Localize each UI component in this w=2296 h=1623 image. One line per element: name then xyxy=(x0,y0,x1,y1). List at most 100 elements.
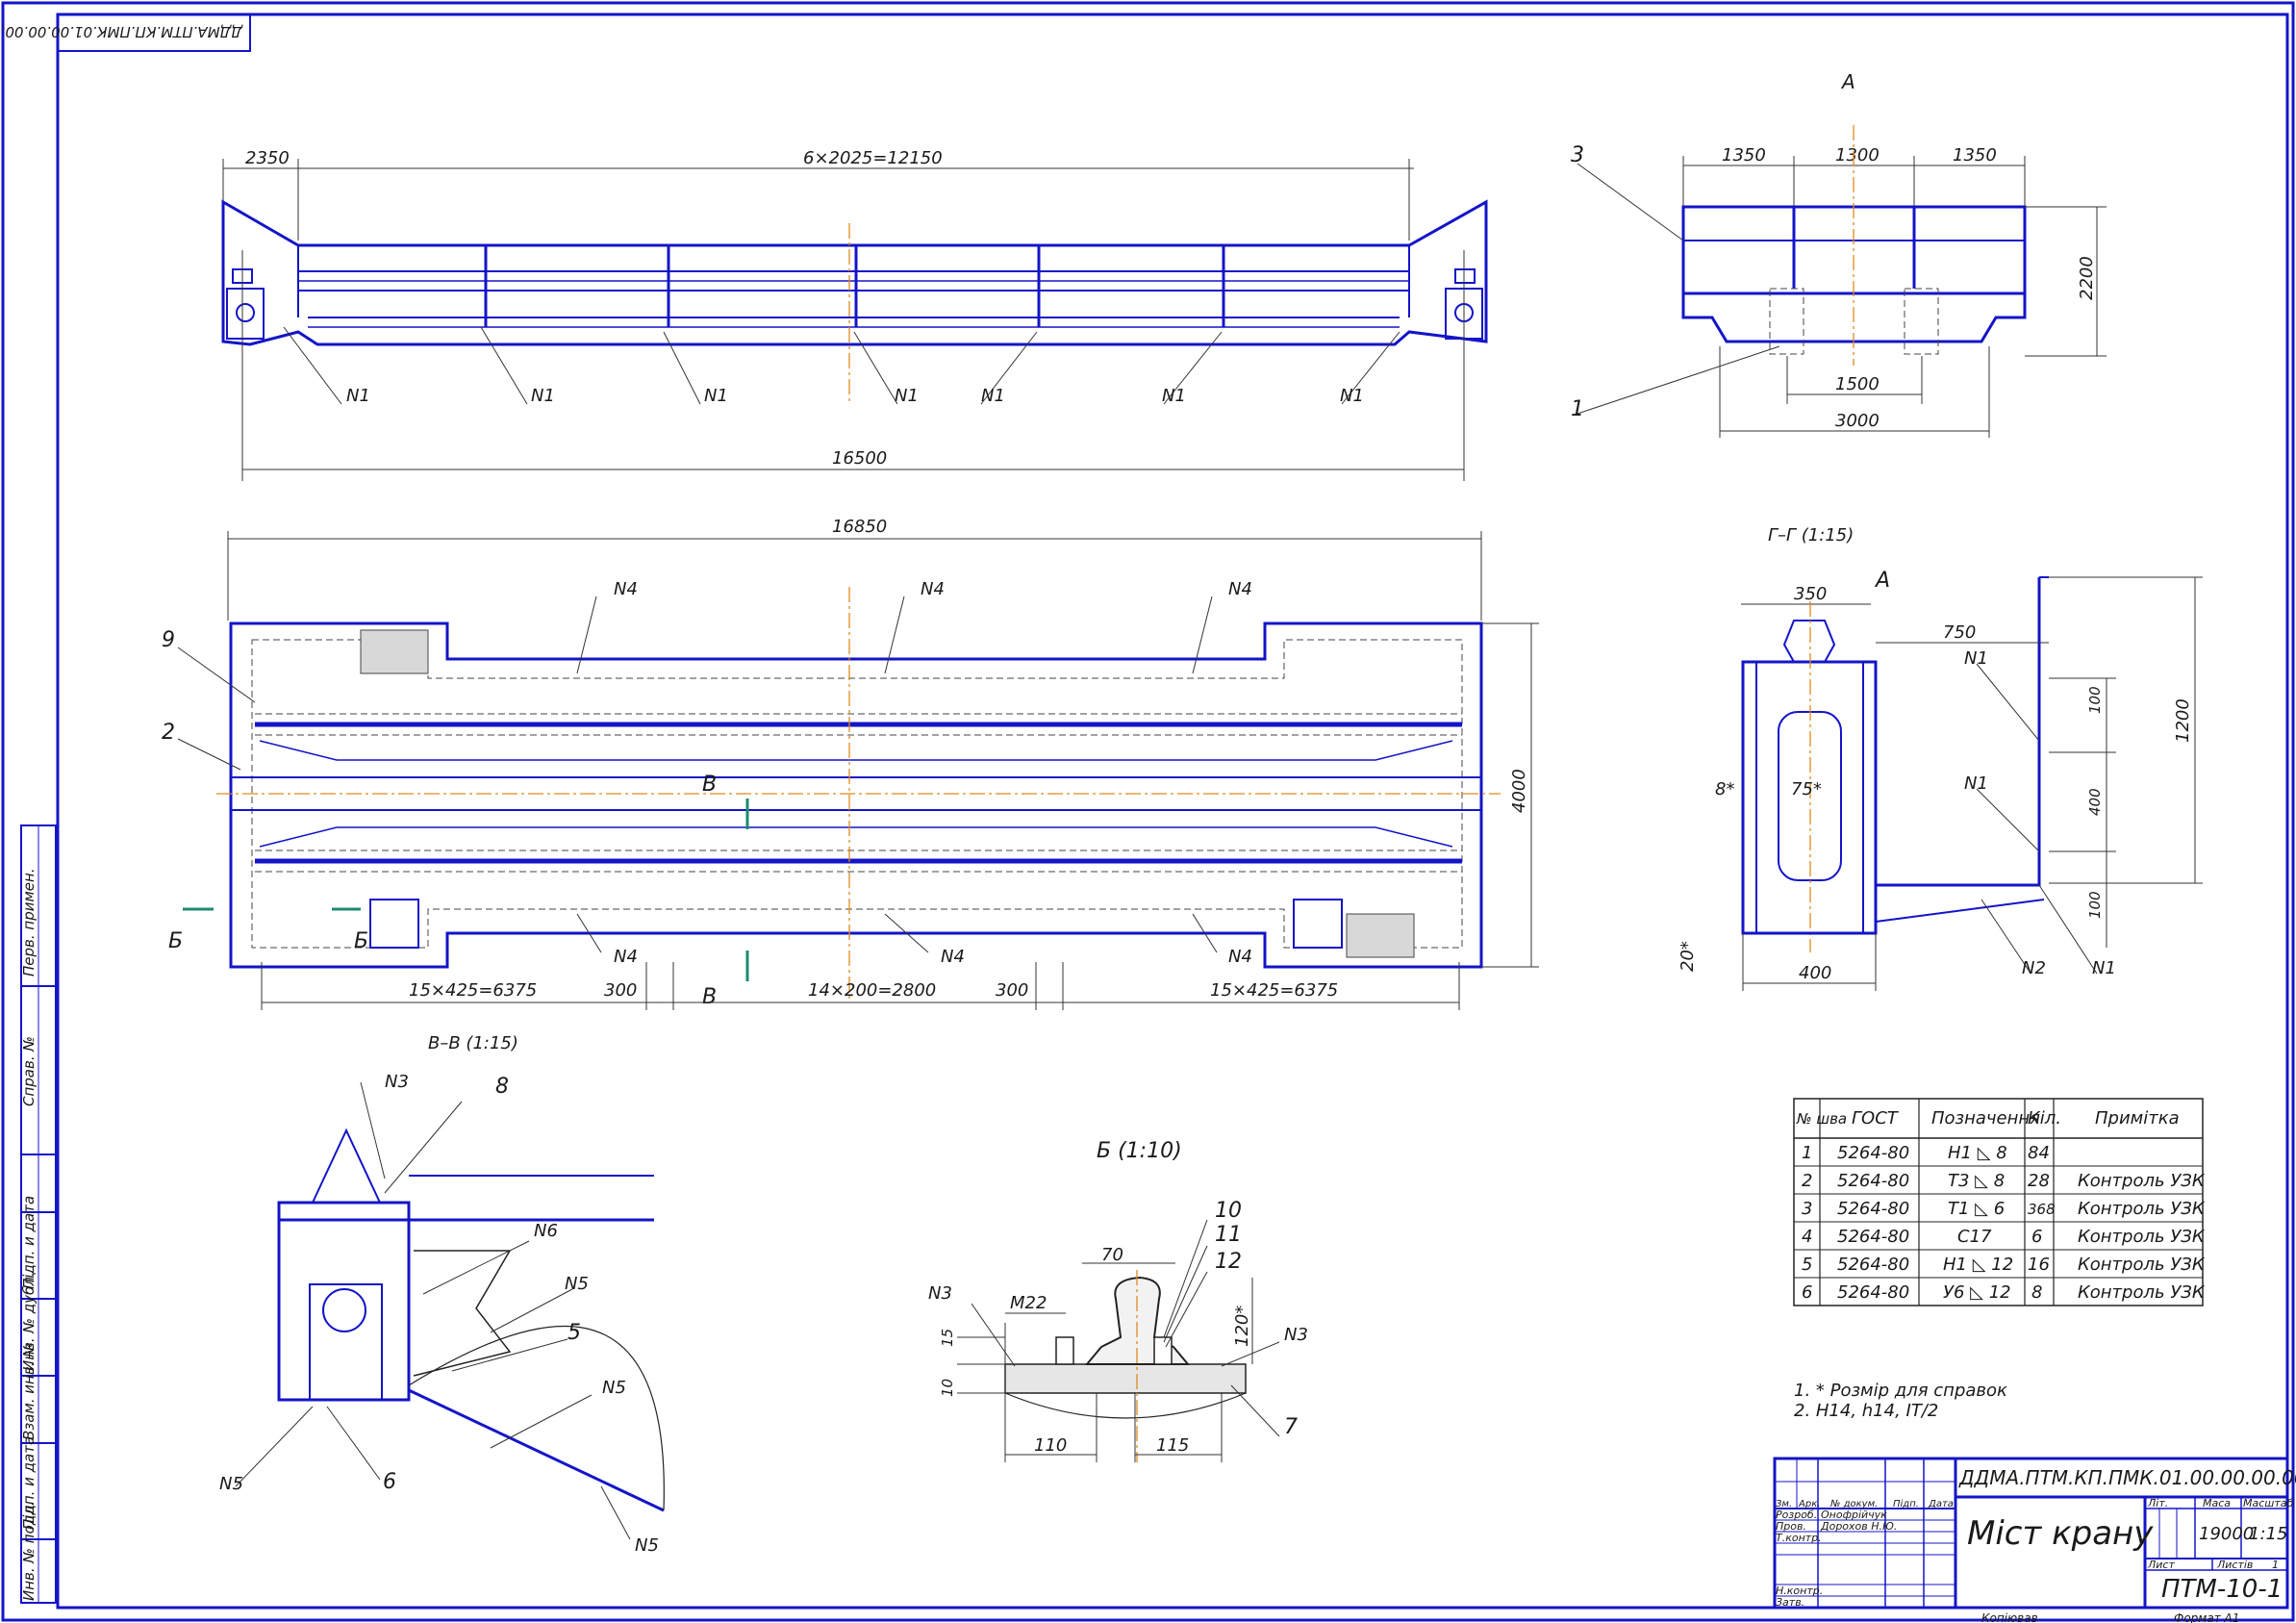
detail-b-h15: 15 xyxy=(939,1329,956,1347)
table-row-6: 6 5264-80 У6 ◺ 12 8 Контроль УЗК xyxy=(1802,1282,2206,1303)
table-cell: 84 xyxy=(2028,1143,2050,1163)
tb-sheets-label: Листів xyxy=(2216,1559,2253,1571)
weld-n1-6: N1 xyxy=(1162,386,1186,406)
plan-dim-left: 15×425=6375 xyxy=(409,980,537,1001)
tb-col-scale: Масштаб xyxy=(2243,1497,2293,1509)
section-g-dim-left-wall: 8* xyxy=(1715,779,1734,799)
table-cell: Контроль УЗК xyxy=(2078,1171,2206,1191)
table-cell: 5264-80 xyxy=(1837,1282,1909,1303)
table-cell: Контроль УЗК xyxy=(2078,1255,2206,1275)
detail-b-w70: 70 xyxy=(1101,1245,1123,1265)
corner-code-text: ДДМА.ПТМ.КП.ПМК.01.00.00.00.00.ЗК xyxy=(0,23,243,40)
view-a-callout-1: 1 xyxy=(1571,397,1584,421)
table-cell: 5 xyxy=(1802,1255,1812,1275)
plan-view: 16850 4000 N4 N4 N4 N4 N4 N4 9 2 Б Б В В… xyxy=(162,517,1539,1010)
weld-n1-4: N1 xyxy=(895,386,919,406)
weld-n1-2: N1 xyxy=(531,386,555,406)
table-cell: 8 xyxy=(2031,1282,2042,1303)
note-1: 1. * Розмір для справок xyxy=(1794,1381,2007,1401)
section-g-n1-2: N1 xyxy=(1964,773,1988,794)
section-g-dim-bottom: 400 xyxy=(1799,963,1831,983)
section-g-dim-height: 1200 xyxy=(2173,698,2193,743)
table-cell: 6 xyxy=(2031,1227,2042,1247)
tb-check-name: Дорохов Н.Ю. xyxy=(1820,1520,1897,1533)
stamp-inv-podl: Инв. № подл. xyxy=(20,1502,38,1601)
weld-n1-5: N1 xyxy=(981,386,1005,406)
plan-width: 4000 xyxy=(1509,769,1529,813)
section-v-n5-3: N5 xyxy=(219,1474,243,1494)
table-cell: Т1 ◺ 6 xyxy=(1948,1199,2005,1219)
table-cell: Н1 ◺ 12 xyxy=(1943,1255,2013,1275)
detail-b-callout-11: 11 xyxy=(1215,1223,1242,1247)
section-g-dim-web: 75* xyxy=(1791,779,1822,799)
section-g-dim-reach: 750 xyxy=(1943,622,1976,643)
title-block: Зм. Арк. № докум. Підп. Дата Розроб. Оно… xyxy=(1773,1457,2296,1623)
plan-dim-gap-right: 300 xyxy=(996,980,1028,1001)
table-cell: 2 xyxy=(1802,1171,1812,1191)
table-cell: 5264-80 xyxy=(1837,1227,1909,1247)
stamp-sprav-no: Справ. № xyxy=(20,1036,38,1106)
section-v-title: В–В (1:15) xyxy=(428,1033,518,1053)
table-cell: 6 xyxy=(1802,1282,1812,1303)
tb-code: ДДМА.ПТМ.КП.ПМК.01.00.00.00.00.ЗК xyxy=(1958,1466,2296,1489)
table-cell: 5264-80 xyxy=(1837,1143,1909,1163)
plan-section-v-top: В xyxy=(702,773,717,797)
detail-b-w115: 115 xyxy=(1156,1435,1189,1456)
tb-sheets: 1 xyxy=(2272,1559,2279,1571)
table-row-3: 3 5264-80 Т1 ◺ 6 368 Контроль УЗК xyxy=(1802,1199,2206,1219)
tb-col-lit: Літ. xyxy=(2147,1497,2168,1509)
section-v-n5-4: N5 xyxy=(635,1535,659,1556)
stamp-perv-primen: Перв. примен. xyxy=(20,868,38,976)
table-row-4: 4 5264-80 С17 6 Контроль УЗК xyxy=(1802,1227,2206,1247)
table-header-note: Примітка xyxy=(2095,1108,2180,1128)
plan-n4-top-3: N4 xyxy=(1228,579,1252,599)
table-cell: 28 xyxy=(2028,1171,2050,1191)
plan-n4-bot-1: N4 xyxy=(614,947,638,967)
dim-wheelbase: 16500 xyxy=(832,448,887,469)
table-cell: 16 xyxy=(2028,1255,2050,1275)
engineering-drawing-sheet: ДДМА.ПТМ.КП.ПМК.01.00.00.00.00.ЗК Перв. … xyxy=(0,1,2296,1623)
detail-b-callout-7: 7 xyxy=(1284,1415,1298,1439)
table-cell: 368 xyxy=(2028,1201,2056,1218)
tb-col-date: Дата xyxy=(1928,1499,1954,1509)
plan-dim-middle: 14×200=2800 xyxy=(808,980,936,1001)
tb-sheet-label: Лист xyxy=(2147,1559,2175,1571)
table-cell: Контроль УЗК xyxy=(2078,1227,2206,1247)
section-v-callout-6: 6 xyxy=(383,1470,396,1494)
stamp-vzam-inv: Взам. инв. № xyxy=(20,1342,38,1440)
section-g-dim-100b: 100 xyxy=(2086,891,2104,919)
plan-n4-bot-2: N4 xyxy=(941,947,965,967)
section-v: В–В (1:15) N3 8 N6 N5 5 N5 N5 6 N5 xyxy=(219,1033,665,1556)
table-row-1: 1 5264-80 Н1 ◺ 8 84 xyxy=(1802,1143,2050,1163)
section-g-dim-top: 350 xyxy=(1794,584,1827,604)
table-cell: 3 xyxy=(1802,1199,1812,1219)
tb-col-mass: Маса xyxy=(2203,1497,2231,1509)
section-v-n6: N6 xyxy=(534,1221,558,1241)
section-g-title: Г–Г (1:15) xyxy=(1768,525,1854,545)
top-elevation-view: 2350 6×2025=12150 16500 N1 N1 N1 N1 N1 N… xyxy=(221,148,1488,481)
tb-copied: Копіював xyxy=(1981,1611,2038,1623)
view-a-inner: 1500 xyxy=(1835,374,1880,394)
tb-role-appr: Затв. xyxy=(1776,1596,1804,1609)
section-v-callout-8: 8 xyxy=(495,1075,509,1099)
table-header-designation: Позначення xyxy=(1931,1108,2040,1128)
note-2: 2. Н14, h14, IT/2 xyxy=(1794,1401,1938,1421)
detail-b-callout-12: 12 xyxy=(1215,1250,1242,1274)
plan-dim-right: 15×425=6375 xyxy=(1210,980,1338,1001)
view-a-dim2: 1300 xyxy=(1835,145,1880,165)
table-cell: 5264-80 xyxy=(1837,1199,1909,1219)
plan-section-b-right: Б xyxy=(354,929,368,953)
table-cell: Т3 ◺ 8 xyxy=(1948,1171,2005,1191)
table-header-gost: ГОСТ xyxy=(1852,1108,1900,1128)
plan-callout-2: 2 xyxy=(162,721,175,745)
plan-callout-9: 9 xyxy=(162,628,175,652)
tb-name: Міст крану xyxy=(1967,1514,2154,1553)
tb-format: Формат А1 xyxy=(2174,1611,2239,1623)
view-a-span: 3000 xyxy=(1835,411,1880,431)
table-header-no: № шва xyxy=(1796,1110,1847,1128)
detail-b-callout-10: 10 xyxy=(1215,1199,1242,1223)
view-a-height: 2200 xyxy=(2077,256,2097,300)
table-cell: 1 xyxy=(1802,1143,1812,1163)
weld-n1-3: N1 xyxy=(704,386,728,406)
plan-overall: 16850 xyxy=(832,517,887,537)
